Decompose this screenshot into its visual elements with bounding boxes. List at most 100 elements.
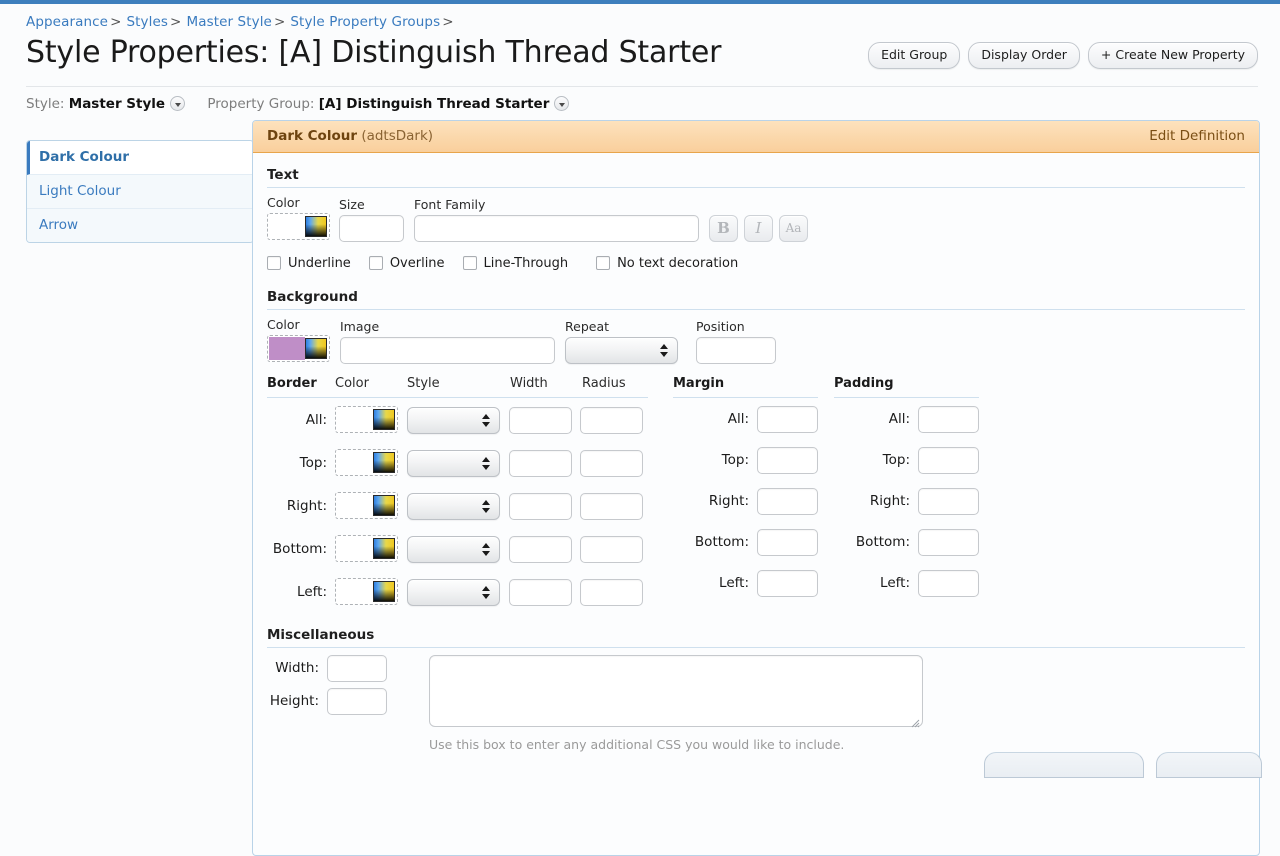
border-width-input[interactable] [509,449,572,477]
edit-definition-link[interactable]: Edit Definition [1149,128,1245,144]
margin-right-input[interactable] [757,487,818,515]
section-divider [267,308,1245,310]
border-style-select[interactable] [407,406,500,434]
color-picker-icon[interactable] [373,494,395,516]
padding-row-label: Left: [880,575,910,591]
text-size-input[interactable] [339,214,404,242]
border-width-input[interactable] [509,492,572,520]
checkbox-box[interactable] [596,256,611,270]
custom-css-textarea[interactable] [429,654,923,727]
border-color-swatch[interactable] [335,534,398,562]
custom-css-field: Use this box to enter any additional CSS… [429,654,923,752]
text-decoration-checkboxes: Underline Overline Line-Through No text … [267,256,1245,271]
border-color-swatch[interactable] [335,448,398,476]
padding-all-input[interactable] [918,405,979,433]
border-radius-input[interactable] [580,535,643,563]
panel-body: Text Color Size Font Family B I Aa Under… [253,153,1259,752]
edit-group-button[interactable]: Edit Group [868,42,961,70]
border-row-label: Left: [297,584,327,600]
sidebar-item-light-colour[interactable]: Light Colour [27,174,253,209]
bold-button[interactable]: B [709,214,738,242]
margin-row-label: Left: [719,575,749,591]
border-style-select[interactable] [407,492,500,520]
margin-left-input[interactable] [757,569,818,597]
text-color-swatch[interactable] [267,212,330,240]
color-picker-icon[interactable] [373,451,395,473]
border-color-swatch[interactable] [335,405,398,433]
style-value[interactable]: Master Style [69,96,165,112]
background-repeat-select[interactable] [565,336,678,364]
border-style-cell [407,492,500,520]
sidebar-item-dark-colour[interactable]: Dark Colour [27,140,253,175]
width-input[interactable] [327,654,387,682]
breadcrumb-item-style-property-groups[interactable]: Style Property Groups [290,14,440,30]
checkbox-overline[interactable]: Overline [368,256,445,271]
border-row-label: Right: [286,498,327,514]
breadcrumb-item-appearance[interactable]: Appearance [26,14,108,30]
height-input[interactable] [327,687,387,715]
chevron-down-icon[interactable] [170,95,186,111]
background-color-fill [269,336,305,360]
border-width-input[interactable] [509,535,572,563]
color-picker-icon[interactable] [373,580,395,602]
background-image-input[interactable] [340,336,555,364]
margin-top-input[interactable] [757,446,818,474]
breadcrumb-sep: > [170,14,182,30]
italic-button[interactable]: I [744,214,773,242]
margin-row-label: Bottom: [694,534,749,550]
sidebar-item-arrow[interactable]: Arrow [27,208,253,243]
checkbox-underline[interactable]: Underline [267,256,351,271]
create-new-property-button[interactable]: + Create New Property [1087,42,1258,70]
border-width-input[interactable] [509,578,572,606]
margin-all-input[interactable] [757,405,818,433]
color-picker-icon[interactable] [373,537,395,559]
property-group-value[interactable]: [A] Distinguish Thread Starter [319,96,550,112]
checkbox-no-text-decoration[interactable]: No text decoration [596,256,738,271]
border-style-select[interactable] [407,449,500,477]
text-size-label: Size [339,196,365,212]
checkbox-box[interactable] [462,256,477,270]
border-style-select[interactable] [407,535,500,563]
text-color-label: Color [267,194,300,210]
background-color-swatch[interactable] [267,334,330,362]
border-color-fill [337,579,373,603]
font-family-input[interactable] [414,214,699,242]
border-style-select[interactable] [407,578,500,606]
display-order-button[interactable]: Display Order [968,42,1080,70]
breadcrumb-item-master-style[interactable]: Master Style [186,14,272,30]
checkbox-line-through[interactable]: Line-Through [462,256,568,271]
footer-secondary-button[interactable] [1156,752,1262,778]
border-radius-input[interactable] [580,578,643,606]
property-editor-panel: Dark Colour (adtsDark) Edit Definition T… [252,119,1260,856]
chevron-down-icon[interactable] [554,95,570,111]
table-row: Bottom: [834,528,979,556]
border-radius-input[interactable] [580,492,643,520]
padding-top-input[interactable] [918,446,979,474]
table-row: Top: [267,448,648,478]
padding-row-label: Top: [882,452,910,468]
border-color-swatch[interactable] [335,577,398,605]
color-picker-icon[interactable] [373,408,395,430]
color-picker-icon[interactable] [305,337,327,359]
border-radius-input[interactable] [580,449,643,477]
border-width-input[interactable] [509,406,572,434]
border-color-swatch[interactable] [335,491,398,519]
footer-primary-button[interactable] [984,752,1144,778]
color-picker-icon[interactable] [305,215,327,237]
background-position-input[interactable] [696,336,776,364]
misc-section-title: Miscellaneous [267,626,375,643]
text-case-button[interactable]: Aa [779,214,808,242]
padding-left-input[interactable] [918,569,979,597]
checkbox-box[interactable] [267,256,281,270]
margin-bottom-input[interactable] [757,528,818,556]
sidebar-item-label: Arrow [39,216,79,233]
padding-bottom-input[interactable] [918,528,979,556]
checkbox-box[interactable] [368,256,383,270]
checkbox-label: No text decoration [617,255,739,271]
breadcrumb-item-styles[interactable]: Styles [126,14,168,30]
padding-right-input[interactable] [918,487,979,515]
border-radius-input[interactable] [580,406,643,434]
padding-row-label: All: [888,411,910,427]
border-color-fill [337,450,373,474]
border-style-header: Style [407,375,440,391]
